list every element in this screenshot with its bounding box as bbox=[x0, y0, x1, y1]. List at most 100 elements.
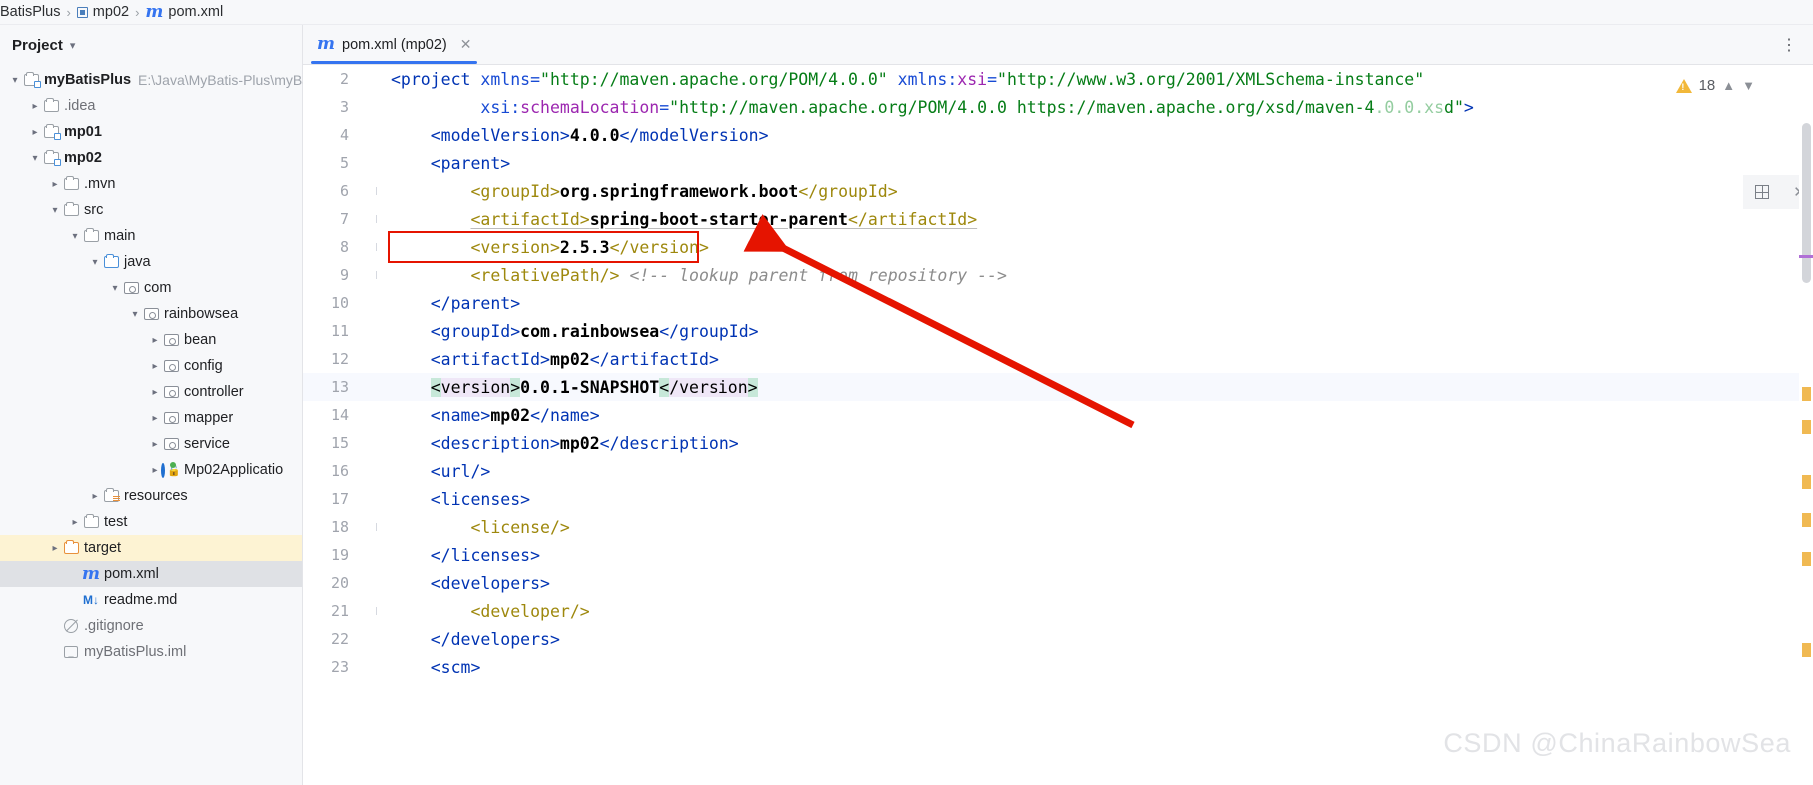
code-line[interactable]: 20 <developers> bbox=[303, 569, 1813, 597]
chevron-up-icon[interactable]: ▲ bbox=[1722, 78, 1735, 93]
tree-item-readme-md[interactable]: M↓ readme.md bbox=[0, 587, 302, 613]
tree-item-service[interactable]: ▸ service bbox=[0, 431, 302, 457]
marker-gutter[interactable] bbox=[1799, 65, 1813, 785]
tree-expand-arrow[interactable]: ▸ bbox=[148, 335, 162, 346]
tree-item-mp02[interactable]: ▾ mp02 bbox=[0, 145, 302, 171]
tree-item-label: .gitignore bbox=[84, 618, 144, 634]
tree-expand-arrow[interactable]: ▾ bbox=[48, 205, 62, 216]
tree-expand-arrow[interactable]: ▸ bbox=[28, 101, 42, 112]
code-line[interactable]: 14 <name>mp02</name> bbox=[303, 401, 1813, 429]
marker-warning[interactable] bbox=[1802, 513, 1811, 527]
code-line[interactable]: 11 <groupId>com.rainbowsea</groupId> bbox=[303, 317, 1813, 345]
code-line[interactable]: 5 <parent> bbox=[303, 149, 1813, 177]
tree-expand-arrow[interactable]: ▾ bbox=[88, 257, 102, 268]
marker-warning[interactable] bbox=[1802, 387, 1811, 401]
code-line[interactable]: 17 <licenses> bbox=[303, 485, 1813, 513]
tree-item-pom-xml[interactable]: m pom.xml bbox=[0, 561, 302, 587]
inspection-widget[interactable]: 18 ▲ ▼ bbox=[1675, 77, 1755, 94]
project-panel-header[interactable]: Project ▾ bbox=[0, 25, 302, 65]
tree-expand-arrow[interactable]: ▸ bbox=[48, 543, 62, 554]
line-number: 20 bbox=[330, 574, 349, 592]
code-line[interactable]: 22 </developers> bbox=[303, 625, 1813, 653]
tree-item-src[interactable]: ▾ src bbox=[0, 197, 302, 223]
tree-item-mapper[interactable]: ▸ mapper bbox=[0, 405, 302, 431]
code-line[interactable]: 21 <developer/> bbox=[303, 597, 1813, 625]
tree-expand-arrow[interactable]: ▸ bbox=[148, 439, 162, 450]
tree-item-test[interactable]: ▸ test bbox=[0, 509, 302, 535]
tree-expand-arrow[interactable]: ▸ bbox=[88, 491, 102, 502]
tree-expand-arrow[interactable]: ▾ bbox=[68, 231, 82, 242]
marker-warning[interactable] bbox=[1802, 420, 1811, 434]
tree-expand-arrow[interactable]: ▸ bbox=[68, 517, 82, 528]
line-number: 8 bbox=[339, 238, 349, 256]
vertical-scrollbar[interactable] bbox=[1802, 123, 1811, 283]
code-line[interactable]: 10 </parent> bbox=[303, 289, 1813, 317]
code-line[interactable]: 7 <artifactId>spring-boot-starter-parent… bbox=[303, 205, 1813, 233]
code-line[interactable]: 23 <scm> bbox=[303, 653, 1813, 681]
code-line[interactable]: 13 <version>0.0.1-SNAPSHOT</version> bbox=[303, 373, 1813, 401]
code-text: <licenses> bbox=[430, 489, 531, 509]
code-line[interactable]: 15 <description>mp02</description> bbox=[303, 429, 1813, 457]
code-line[interactable]: 4 <modelVersion>4.0.0</modelVersion> bbox=[303, 121, 1813, 149]
tab-label: pom.xml (mp02) bbox=[342, 36, 447, 53]
line-number: 3 bbox=[339, 98, 349, 116]
tree-expand-arrow[interactable]: ▸ bbox=[148, 387, 162, 398]
code-line[interactable]: 19 </licenses> bbox=[303, 541, 1813, 569]
package-icon bbox=[163, 334, 179, 346]
code-line[interactable]: 16 <url/> bbox=[303, 457, 1813, 485]
tree-item-mp01[interactable]: ▸ mp01 bbox=[0, 119, 302, 145]
tree-item--idea[interactable]: ▸ .idea bbox=[0, 93, 302, 119]
code-line[interactable]: 18 <license/> bbox=[303, 513, 1813, 541]
tree-item-target[interactable]: ▸ target bbox=[0, 535, 302, 561]
code-lines[interactable]: 2 <project xmlns="http://maven.apache.org… bbox=[303, 65, 1813, 785]
more-options-icon[interactable]: ⋮ bbox=[1781, 25, 1813, 64]
tree-item-main[interactable]: ▾ main bbox=[0, 223, 302, 249]
tree-item-mybatisplus[interactable]: ▾ myBatisPlus E:\Java\MyBatis-Plus\myBati bbox=[0, 67, 317, 93]
tree-expand-arrow[interactable]: ▾ bbox=[28, 153, 42, 164]
code-area[interactable]: 2 <project xmlns="http://maven.apache.org… bbox=[303, 65, 1813, 785]
tree-item-controller[interactable]: ▸ controller bbox=[0, 379, 302, 405]
tree-item-com[interactable]: ▾ com bbox=[0, 275, 302, 301]
tree-expand-arrow[interactable]: ▾ bbox=[128, 309, 142, 320]
tree-item-resources[interactable]: ▸ resources bbox=[0, 483, 302, 509]
chevron-down-icon[interactable]: ▾ bbox=[70, 39, 76, 52]
tree-item-label: resources bbox=[124, 488, 188, 504]
tree-item--gitignore[interactable]: .gitignore bbox=[0, 613, 302, 639]
tree-item-mp02applicatio[interactable]: ▸ 🔓 Mp02Applicatio bbox=[0, 457, 302, 483]
code-line[interactable]: 9 <relativePath/> <!-- lookup parent fro… bbox=[303, 261, 1813, 289]
tree-expand-arrow[interactable]: ▸ bbox=[148, 465, 162, 476]
tree-expand-arrow[interactable]: ▾ bbox=[8, 75, 22, 86]
resources-folder-icon bbox=[103, 487, 120, 502]
marker-changed[interactable] bbox=[1799, 255, 1813, 258]
close-icon[interactable]: ✕ bbox=[460, 36, 472, 53]
tree-item--mvn[interactable]: ▸ .mvn bbox=[0, 171, 302, 197]
tree-expand-arrow[interactable]: ▸ bbox=[28, 127, 42, 138]
target-folder-icon bbox=[63, 539, 79, 554]
code-line[interactable]: 2 <project xmlns="http://maven.apache.org… bbox=[303, 65, 1813, 93]
breadcrumb-item-file[interactable]: m pom.xml bbox=[145, 3, 223, 21]
code-line[interactable]: 8 <version>2.5.3</version> bbox=[303, 233, 1813, 261]
tree-expand-arrow[interactable]: ▸ bbox=[48, 179, 62, 190]
code-line[interactable]: 3 xsi:schemaLocation="http://maven.apach… bbox=[303, 93, 1813, 121]
code-line[interactable]: 12 <artifactId>mp02</artifactId> bbox=[303, 345, 1813, 373]
tree-item-label: myBatisPlus bbox=[44, 72, 132, 88]
chevron-down-icon[interactable]: ▼ bbox=[1742, 78, 1755, 93]
tree-expand-arrow[interactable]: ▸ bbox=[148, 361, 162, 372]
breadcrumb-item-module[interactable]: mp02 bbox=[76, 4, 129, 20]
tree-item-config[interactable]: ▸ config bbox=[0, 353, 302, 379]
tree-item-mybatisplus-iml[interactable]: _ myBatisPlus.iml bbox=[0, 639, 302, 665]
table-icon[interactable] bbox=[1755, 185, 1770, 199]
project-tree[interactable]: ▾ myBatisPlus E:\Java\MyBatis-Plus\myBati ▸… bbox=[0, 65, 317, 665]
main-area: Project ▾ ▾ myBatisPlus E:\Java\MyBatis-Pl… bbox=[0, 25, 1813, 785]
tree-expand-arrow[interactable]: ▸ bbox=[148, 413, 162, 424]
code-line[interactable]: 6 <groupId>org.springframework.boot</gro… bbox=[303, 177, 1813, 205]
marker-warning[interactable] bbox=[1802, 643, 1811, 657]
tree-expand-arrow[interactable]: ▾ bbox=[108, 283, 122, 294]
breadcrumb-item-project[interactable]: BatisPlus bbox=[0, 4, 60, 20]
tab-pom-xml[interactable]: m pom.xml (mp02) ✕ bbox=[303, 25, 486, 64]
marker-warning[interactable] bbox=[1802, 475, 1811, 489]
marker-warning[interactable] bbox=[1802, 552, 1811, 566]
tree-item-bean[interactable]: ▸ bean bbox=[0, 327, 302, 353]
tree-item-java[interactable]: ▾ java bbox=[0, 249, 302, 275]
tree-item-rainbowsea[interactable]: ▾ rainbowsea bbox=[0, 301, 302, 327]
